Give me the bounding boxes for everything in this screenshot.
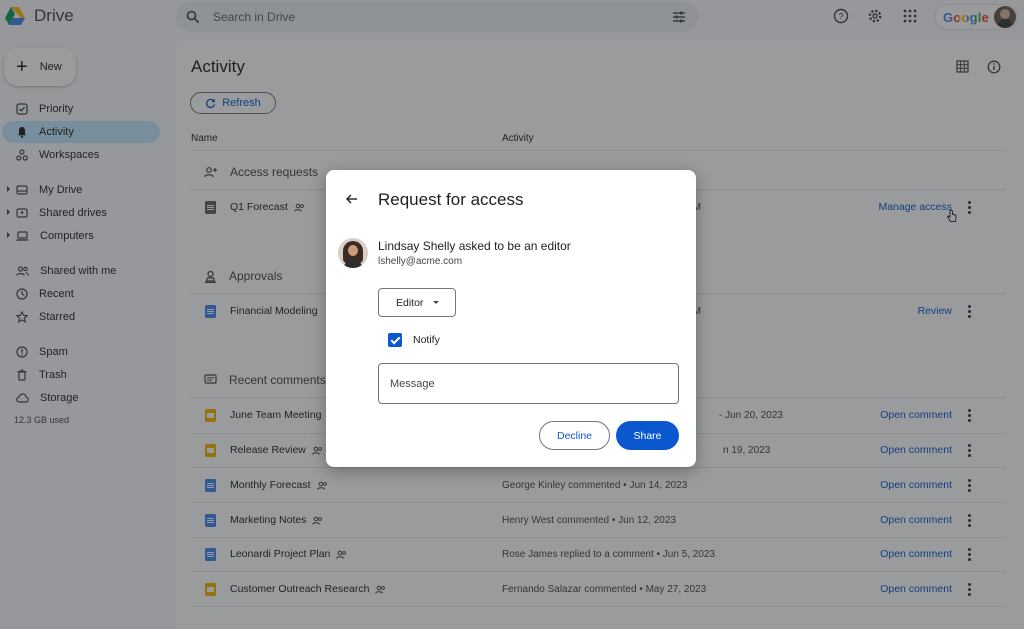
dropdown-arrow-icon [433, 301, 440, 304]
back-arrow-icon[interactable] [344, 191, 360, 207]
decline-button[interactable]: Decline [539, 421, 610, 450]
requester-message: Lindsay Shelly asked to be an editor [378, 239, 571, 253]
notify-checkbox[interactable] [388, 333, 402, 347]
requester-email: lshelly@acme.com [378, 256, 463, 267]
dialog-title: Request for access [378, 190, 524, 209]
request-access-dialog: Request for access Lindsay Shelly asked … [326, 170, 696, 467]
notify-label: Notify [413, 334, 440, 346]
share-button[interactable]: Share [616, 421, 679, 450]
notify-option[interactable]: Notify [388, 333, 440, 347]
message-input[interactable] [378, 363, 679, 404]
role-dropdown-value: Editor [396, 296, 424, 309]
role-dropdown[interactable]: Editor [378, 288, 456, 317]
requester-avatar [338, 238, 368, 268]
